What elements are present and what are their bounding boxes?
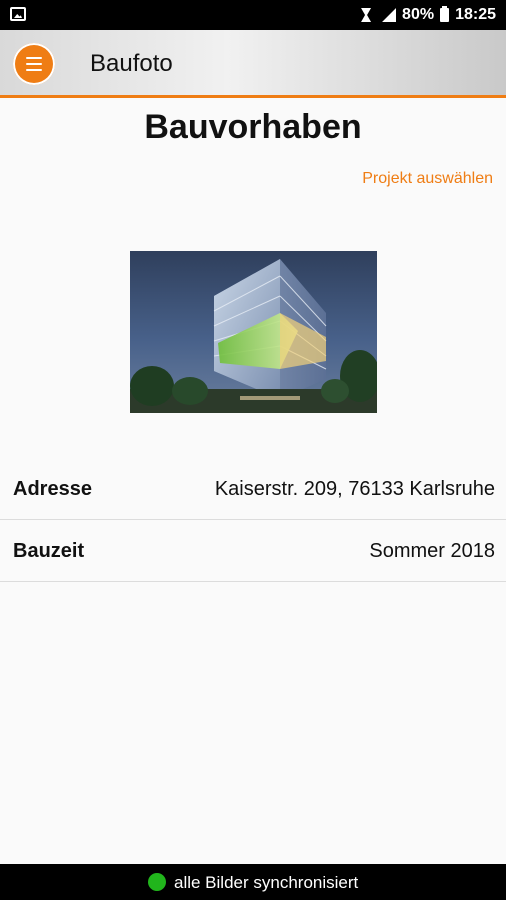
address-row: Adresse Kaiserstr. 209, 76133 Karlsruhe (0, 458, 506, 520)
sync-status-bar: alle Bilder synchronisiert (0, 864, 506, 900)
project-photo (130, 251, 377, 413)
address-label: Adresse (13, 478, 92, 500)
sync-status-dot-icon (148, 873, 166, 891)
menu-button[interactable] (13, 43, 55, 85)
battery-percent: 80% (402, 6, 435, 23)
alarm-icon (360, 8, 372, 22)
construction-time-row: Bauzeit Sommer 2018 (0, 520, 506, 582)
battery-icon (440, 6, 450, 22)
app-title: Baufoto (90, 50, 173, 77)
status-bar: 80% 18:25 (0, 0, 506, 30)
gallery-notification-icon (10, 7, 26, 21)
construction-time-label: Bauzeit (13, 540, 85, 562)
status-icons: 80% 18:25 (360, 5, 496, 25)
page-title: Bauvorhaben (144, 108, 362, 146)
clock: 18:25 (455, 6, 496, 23)
signal-icon (378, 8, 396, 22)
hamburger-menu-icon (26, 57, 42, 71)
app-bar: Baufoto (0, 30, 506, 98)
select-project-link[interactable]: Projekt auswählen (362, 170, 493, 188)
address-value: Kaiserstr. 209, 76133 Karlsruhe (214, 478, 495, 500)
sync-status-text: alle Bilder synchronisiert (174, 873, 359, 892)
construction-time-value: Sommer 2018 (369, 540, 495, 562)
building-photo-illustration (130, 259, 377, 413)
